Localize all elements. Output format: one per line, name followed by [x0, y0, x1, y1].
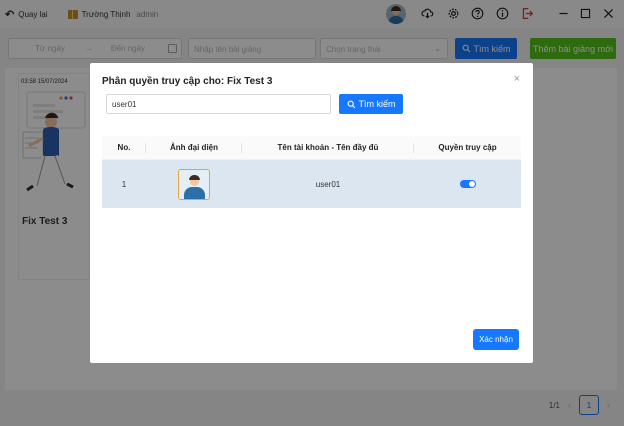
modal-close-icon[interactable]: ×	[514, 73, 520, 85]
user-search-input[interactable]: user01	[106, 94, 331, 114]
search-icon	[347, 100, 355, 108]
table-header: No. Ảnh đại diện Tên tài khoản - Tên đầy…	[102, 136, 521, 160]
column-header-avatar: Ảnh đại diện	[146, 136, 242, 160]
row-number: 1	[121, 179, 127, 189]
avatar	[178, 168, 210, 200]
permission-table: No. Ảnh đại diện Tên tài khoản - Tên đầy…	[102, 136, 521, 208]
column-header-account: Tên tài khoản - Tên đầy đủ	[242, 136, 414, 160]
user-search-button-label: Tìm kiếm	[358, 99, 396, 109]
column-header-no: No.	[102, 136, 146, 160]
row-account-name: user01	[315, 179, 341, 189]
row-avatar-cell	[146, 160, 242, 208]
column-header-access: Quyền truy cập	[438, 142, 497, 152]
confirm-button[interactable]: Xác nhận	[473, 329, 519, 350]
row-access-cell	[414, 160, 521, 208]
modal-title: Phân quyền truy cập cho: Fix Test 3	[102, 76, 273, 87]
access-toggle[interactable]	[459, 180, 476, 188]
table-row: 1 user01	[102, 160, 521, 208]
access-permission-modal: Phân quyền truy cập cho: Fix Test 3 × us…	[90, 63, 533, 363]
user-search-button[interactable]: Tìm kiếm	[339, 94, 403, 114]
